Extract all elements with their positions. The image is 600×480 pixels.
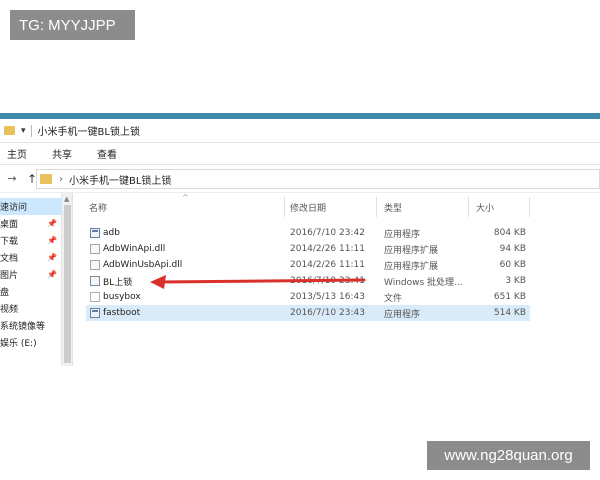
watermark-bottom: www.ng28quan.org bbox=[427, 441, 590, 470]
nav-item-desktop[interactable]: 桌面 📌 bbox=[0, 215, 62, 232]
nav-item-drive[interactable]: 盘 bbox=[0, 283, 62, 300]
quick-access-dropdown-icon[interactable]: ▾ bbox=[21, 126, 26, 136]
nav-item-pictures[interactable]: 图片 📌 bbox=[0, 266, 62, 283]
file-explorer-window: ▾ 小米手机一键BL锁上锁 主页 共享 查看 → ↑ › 小米手机一键BL锁上锁… bbox=[0, 113, 600, 366]
nav-item-label: 系统镜像等 bbox=[0, 322, 46, 332]
nav-item-label: 文档 bbox=[0, 254, 19, 264]
nav-item-quick-access[interactable]: 速访问 bbox=[0, 198, 62, 215]
nav-item-drive-e[interactable]: 娱乐 (E:) bbox=[0, 334, 62, 351]
nav-item-label: 娱乐 (E:) bbox=[0, 339, 37, 349]
nav-item-videos[interactable]: 视频 bbox=[0, 300, 62, 317]
navigation-pane: 速访问 桌面 📌 下载 📌 文档 📌 图片 📌 盘 视频 系统镜像等 娱乐 (E… bbox=[0, 193, 62, 366]
address-bar: → ↑ › 小米手机一键BL锁上锁 bbox=[0, 165, 600, 193]
watermark-top: TG: MYYJJPP bbox=[10, 10, 135, 40]
tab-share[interactable]: 共享 bbox=[52, 146, 72, 161]
annotation-arrow bbox=[150, 275, 366, 289]
scrollbar-thumb[interactable] bbox=[64, 205, 71, 363]
tab-home[interactable]: 主页 bbox=[7, 146, 27, 161]
chevron-right-icon[interactable]: › bbox=[59, 174, 63, 185]
nav-item-label: 视频 bbox=[0, 305, 19, 315]
nav-item-label: 桌面 bbox=[0, 220, 19, 230]
scroll-up-arrow-icon[interactable]: ▲ bbox=[64, 195, 69, 203]
address-path-text: 小米手机一键BL锁上锁 bbox=[69, 175, 172, 187]
pin-icon: 📌 bbox=[47, 219, 57, 228]
pin-icon: 📌 bbox=[47, 253, 57, 262]
nav-item-label: 盘 bbox=[0, 288, 10, 298]
tab-view[interactable]: 查看 bbox=[97, 146, 117, 161]
nav-item-label: 下载 bbox=[0, 237, 19, 247]
folder-icon bbox=[40, 174, 52, 184]
pin-icon: 📌 bbox=[47, 236, 57, 245]
title-bar: ▾ 小米手机一键BL锁上锁 bbox=[0, 119, 600, 143]
ribbon-tabs: 主页 共享 查看 bbox=[0, 143, 600, 165]
file-list: ^ 名称 修改日期 类型 大小 adb 2016/7/10 23:42 应用程序… bbox=[74, 193, 600, 366]
nav-item-label: 图片 bbox=[0, 271, 19, 281]
nav-item-documents[interactable]: 文档 📌 bbox=[0, 249, 62, 266]
nav-item-label: 速访问 bbox=[0, 203, 28, 213]
nav-item-system-images[interactable]: 系统镜像等 bbox=[0, 317, 62, 334]
folder-icon bbox=[4, 126, 15, 135]
forward-arrow-icon[interactable]: → bbox=[6, 172, 18, 185]
window-title: 小米手机一键BL锁上锁 bbox=[37, 127, 140, 138]
address-path-box[interactable]: › 小米手机一键BL锁上锁 bbox=[36, 169, 600, 189]
titlebar-divider bbox=[30, 124, 32, 137]
pin-icon: 📌 bbox=[47, 270, 57, 279]
nav-pane-scrollbar[interactable]: ▲ bbox=[62, 193, 73, 366]
nav-item-downloads[interactable]: 下载 📌 bbox=[0, 232, 62, 249]
